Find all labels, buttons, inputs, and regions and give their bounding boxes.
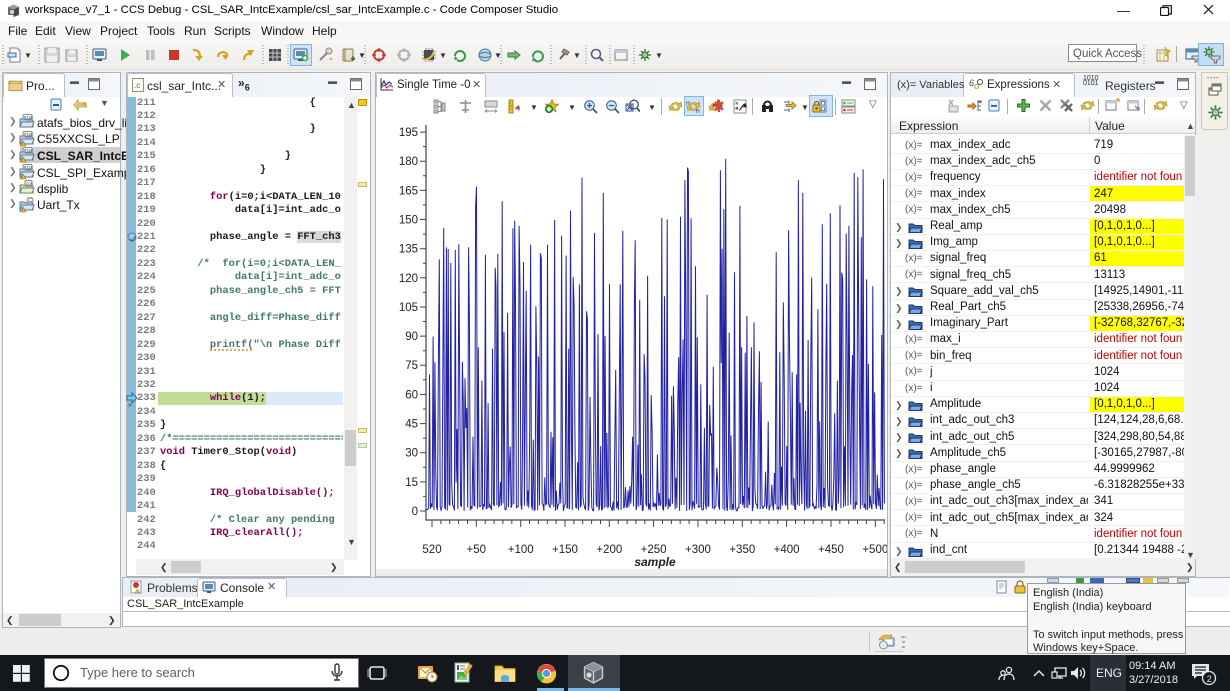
- svg-text:15: 15: [405, 477, 418, 489]
- svg-text:!: !: [22, 207, 23, 212]
- svg-text:0: 0: [412, 506, 418, 518]
- svg-text:120: 120: [399, 273, 418, 285]
- svg-text:+100: +100: [508, 544, 534, 556]
- svg-text:»: »: [128, 402, 132, 408]
- svg-text:520: 520: [422, 544, 441, 556]
- svg-text:90: 90: [405, 331, 418, 343]
- svg-text:RTSC: RTSC: [24, 115, 34, 119]
- svg-text:!: !: [22, 158, 23, 163]
- svg-text:...: ...: [950, 107, 953, 112]
- svg-text:+500: +500: [862, 544, 887, 556]
- svg-text:RTSC: RTSC: [24, 148, 34, 152]
- svg-text:45: 45: [405, 419, 418, 431]
- svg-text:ccs: ccs: [26, 181, 34, 186]
- svg-text:RTSC: RTSC: [24, 165, 34, 169]
- svg-text:H: H: [696, 109, 700, 114]
- svg-text:σ: σ: [974, 81, 980, 91]
- svg-text:105: 105: [399, 302, 418, 314]
- svg-text:!: !: [22, 174, 23, 179]
- svg-text:+300: +300: [685, 544, 711, 556]
- svg-text:C: C: [28, 198, 32, 204]
- svg-text:.c: .c: [134, 81, 140, 90]
- svg-text:180: 180: [399, 156, 418, 168]
- svg-text:75: 75: [405, 360, 418, 372]
- svg-text:+50: +50: [467, 544, 487, 556]
- svg-text:+150: +150: [552, 544, 578, 556]
- svg-text:165: 165: [399, 185, 418, 197]
- svg-text:135: 135: [399, 244, 418, 256]
- svg-text:+400: +400: [774, 544, 800, 556]
- svg-text:!: !: [22, 141, 23, 146]
- svg-text:sample: sample: [634, 555, 676, 569]
- svg-text:+350: +350: [729, 544, 755, 556]
- svg-text:+200: +200: [596, 544, 622, 556]
- svg-text:150: 150: [399, 215, 418, 227]
- svg-text:60: 60: [405, 389, 418, 401]
- svg-text:RTSC: RTSC: [24, 132, 34, 136]
- svg-text:H: H: [686, 101, 690, 107]
- svg-text:2: 2: [1207, 674, 1212, 684]
- svg-text:195: 195: [399, 127, 418, 139]
- svg-text:+450: +450: [818, 544, 844, 556]
- svg-text:30: 30: [405, 448, 418, 460]
